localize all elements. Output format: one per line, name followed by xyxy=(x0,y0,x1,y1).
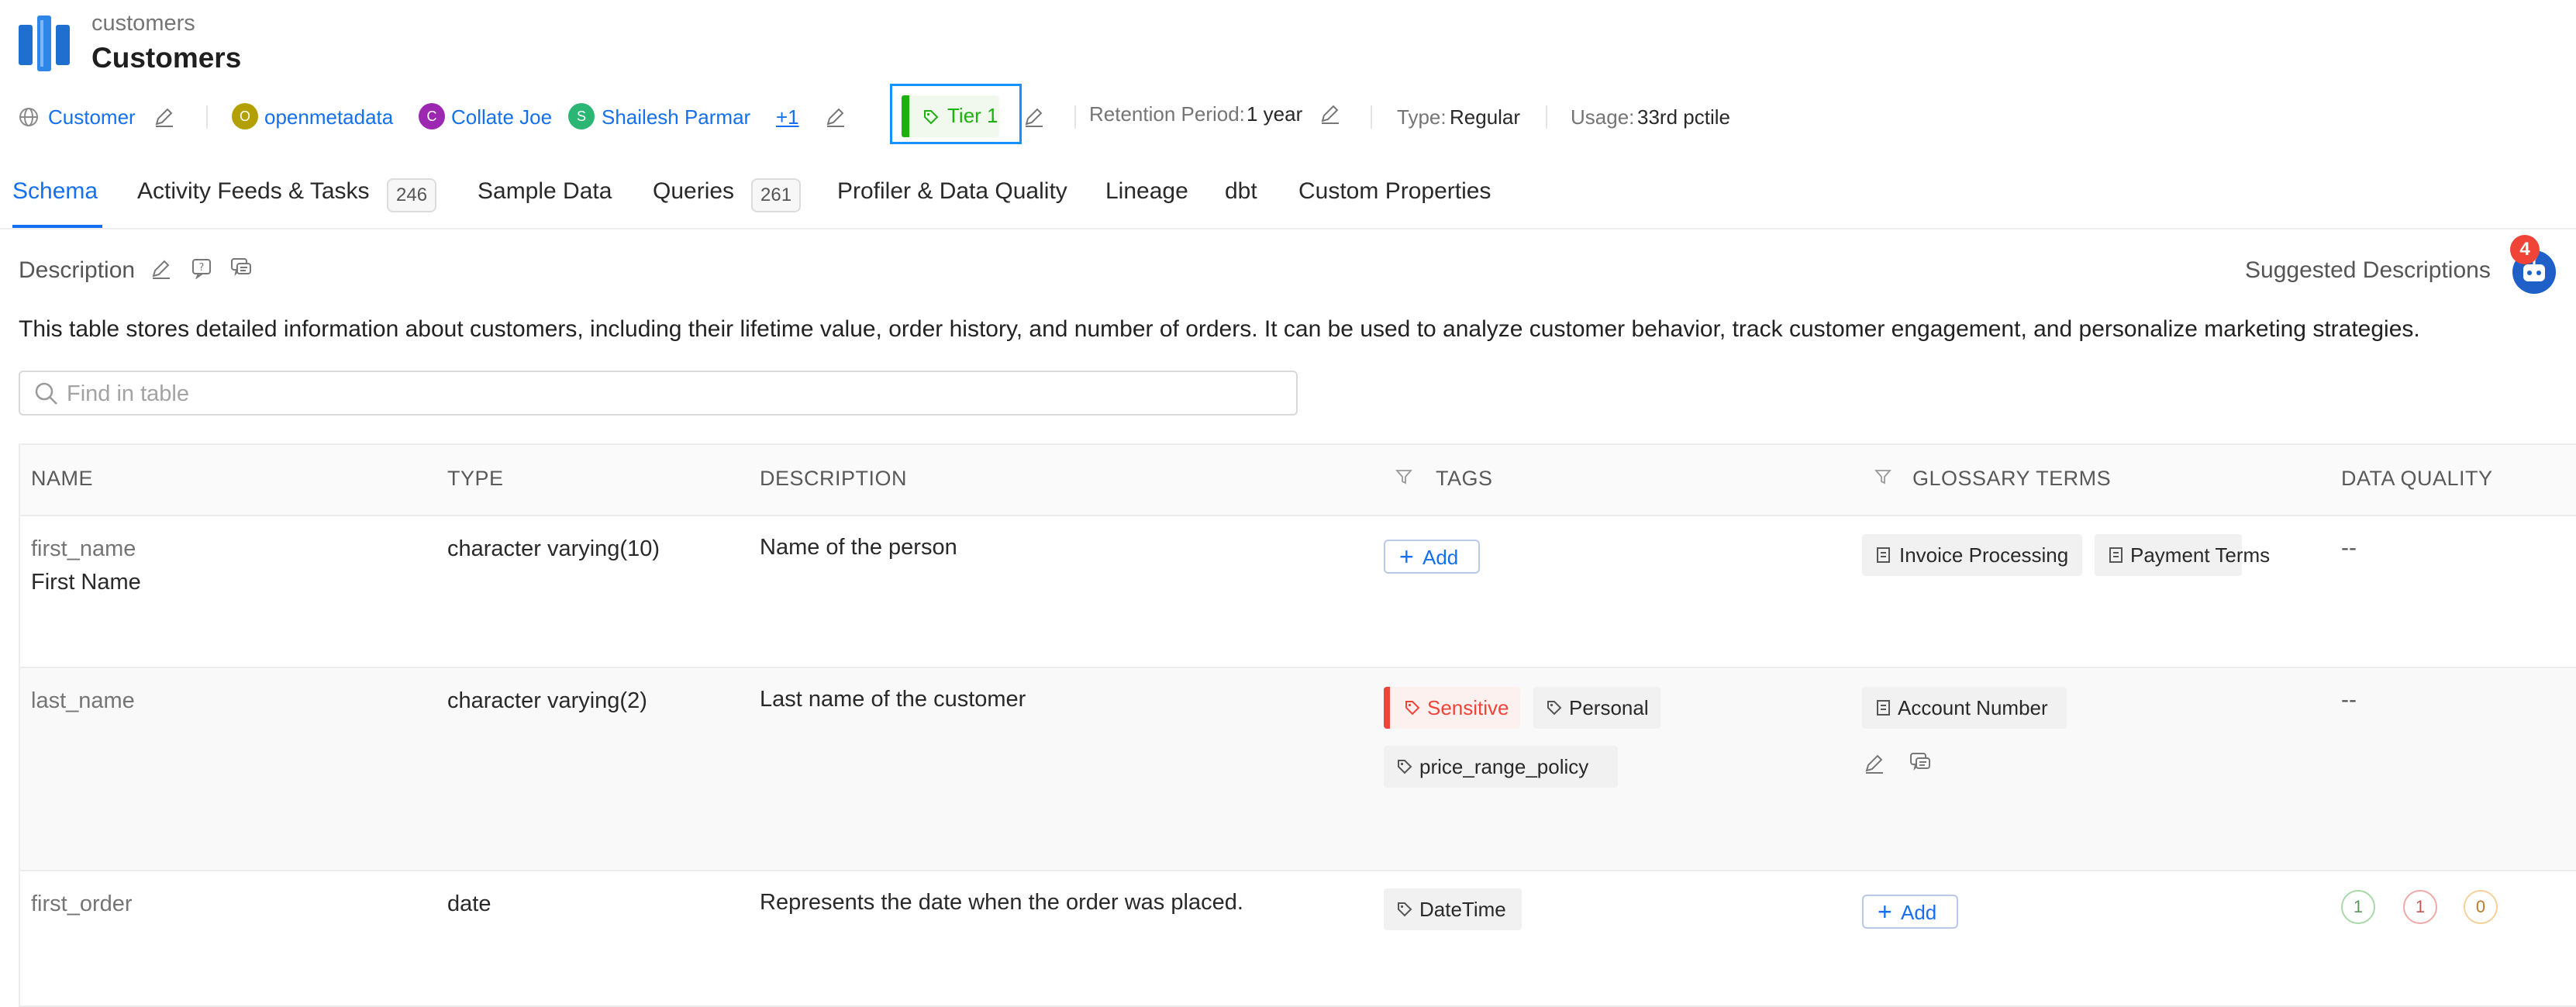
glossary-book-icon xyxy=(1877,700,1890,716)
dq-aborted-count[interactable]: 0 xyxy=(2464,890,2498,924)
column-type: character varying(10) xyxy=(447,536,660,561)
svg-text:?: ? xyxy=(199,262,205,274)
tag-icon xyxy=(1547,701,1562,716)
tab-activity-feeds[interactable]: Activity Feeds & Tasks xyxy=(137,178,370,205)
edit-description-icon[interactable] xyxy=(149,257,172,281)
glossary-term-chip[interactable]: Invoice Processing xyxy=(1862,534,2082,576)
edit-owner-icon[interactable] xyxy=(823,105,847,129)
glossary-term-chip[interactable]: Payment Terms xyxy=(2095,534,2270,576)
separator xyxy=(1074,105,1076,129)
queries-count-badge: 261 xyxy=(751,178,802,212)
column-description: Last name of the customer xyxy=(760,687,1026,712)
tag-icon xyxy=(1398,902,1412,917)
separator xyxy=(1371,105,1372,129)
glossary-book-icon xyxy=(2109,547,2123,563)
active-tab-indicator xyxy=(12,225,102,228)
owner-link-shailesh-parmar[interactable]: Shailesh Parmar xyxy=(602,104,750,130)
dq-success-count[interactable]: 1 xyxy=(2341,890,2375,924)
row-divider xyxy=(20,870,2576,871)
col-header-data-quality: DATA QUALITY xyxy=(2341,467,2493,490)
retention-label: Retention Period: xyxy=(1089,102,1245,126)
tab-dbt[interactable]: dbt xyxy=(1225,178,1257,205)
glossary-term-chip[interactable]: Account Number xyxy=(1862,687,2067,729)
tag-chip-personal[interactable]: Personal xyxy=(1533,687,1660,729)
tab-profiler-data-quality[interactable]: Profiler & Data Quality xyxy=(837,178,1067,205)
add-glossary-term-button[interactable]: + Add xyxy=(1862,895,1958,929)
separator xyxy=(206,105,208,129)
tab-queries[interactable]: Queries xyxy=(653,178,734,205)
owner-avatar-collate-joe[interactable]: C xyxy=(419,103,445,129)
column-type: character varying(2) xyxy=(447,688,647,713)
description-heading: Description xyxy=(19,257,136,283)
usage-label: Usage: xyxy=(1571,105,1635,129)
domain-link[interactable]: Customer xyxy=(48,104,136,130)
suggestion-count-badge: 4 xyxy=(2510,235,2540,264)
find-in-table-input[interactable] xyxy=(65,375,1278,412)
separator xyxy=(1546,105,1547,129)
col-header-tags: TAGS xyxy=(1436,467,1493,490)
owner-avatar-shailesh-parmar[interactable]: S xyxy=(568,103,595,129)
owner-avatar-openmetadata[interactable]: O xyxy=(232,103,258,129)
suggested-descriptions-label[interactable]: Suggested Descriptions xyxy=(2245,257,2491,284)
col-header-name: NAME xyxy=(31,467,94,490)
owner-link-collate-joe[interactable]: Collate Joe xyxy=(451,104,552,130)
usage-value: 33rd pctile xyxy=(1637,105,1730,129)
edit-tier-icon[interactable] xyxy=(1022,105,1045,129)
tag-color-bar xyxy=(1384,687,1390,729)
tags-filter-icon[interactable] xyxy=(1395,468,1412,485)
column-display-name: First Name xyxy=(31,570,141,595)
search-icon xyxy=(34,381,59,406)
database-logo-icon xyxy=(17,14,71,73)
col-header-glossary-terms: GLOSSARY TERMS xyxy=(1912,467,2112,490)
column-description: Represents the date when the order was p… xyxy=(760,890,1243,915)
table-description-text: This table stores detailed information a… xyxy=(19,316,2420,342)
tabs-divider xyxy=(0,228,2576,229)
tag-chip-price-range-policy[interactable]: price_range_policy xyxy=(1384,746,1618,788)
data-quality-empty: -- xyxy=(2341,687,2357,712)
conversation-icon[interactable] xyxy=(1909,750,1932,774)
request-description-icon[interactable]: ? xyxy=(191,257,212,279)
table-row-highlight xyxy=(20,668,2576,871)
column-name[interactable]: first_order xyxy=(31,891,133,917)
owner-link-openmetadata[interactable]: openmetadata xyxy=(264,104,393,130)
data-quality-empty: -- xyxy=(2341,535,2357,560)
tier-color-bar xyxy=(902,95,909,137)
tag-icon xyxy=(922,109,940,126)
dq-failed-count[interactable]: 1 xyxy=(2403,890,2437,924)
globe-icon xyxy=(19,107,39,127)
tab-lineage[interactable]: Lineage xyxy=(1105,178,1188,205)
tag-icon xyxy=(1398,760,1412,774)
plus-icon: + xyxy=(1399,543,1414,571)
column-name[interactable]: last_name xyxy=(31,688,135,714)
tab-sample-data[interactable]: Sample Data xyxy=(478,178,612,205)
table-header-row xyxy=(20,445,2576,516)
glossary-filter-icon[interactable] xyxy=(1874,468,1891,485)
tag-chip-sensitive[interactable]: Sensitive xyxy=(1384,687,1520,729)
col-header-type: TYPE xyxy=(447,467,504,490)
conversation-icon[interactable] xyxy=(229,256,253,279)
more-owners-link[interactable]: +1 xyxy=(776,104,799,130)
glossary-book-icon xyxy=(1877,547,1890,563)
row-divider xyxy=(20,667,2576,668)
col-header-description: DESCRIPTION xyxy=(760,467,908,490)
plus-icon: + xyxy=(1878,898,1892,926)
retention-value: 1 year xyxy=(1247,102,1303,126)
tab-custom-properties[interactable]: Custom Properties xyxy=(1298,178,1491,205)
add-tag-button[interactable]: + Add xyxy=(1384,540,1480,574)
tag-icon xyxy=(1405,701,1420,716)
activity-count-badge: 246 xyxy=(387,178,437,212)
entity-parent-name: customers xyxy=(91,11,195,36)
tab-schema[interactable]: Schema xyxy=(12,178,98,205)
column-description: Name of the person xyxy=(760,535,957,560)
tier-label: Tier 1 xyxy=(947,104,998,127)
column-name[interactable]: first_name xyxy=(31,536,136,562)
edit-retention-icon[interactable] xyxy=(1318,102,1341,126)
edit-glossary-icon[interactable] xyxy=(1862,752,1885,775)
column-type: date xyxy=(447,891,491,916)
type-value: Regular xyxy=(1450,105,1521,129)
type-label: Type: xyxy=(1397,105,1447,129)
tag-chip-datetime[interactable]: DateTime xyxy=(1384,888,1522,930)
entity-title: Customers xyxy=(91,42,242,74)
edit-domain-icon[interactable] xyxy=(152,105,175,129)
